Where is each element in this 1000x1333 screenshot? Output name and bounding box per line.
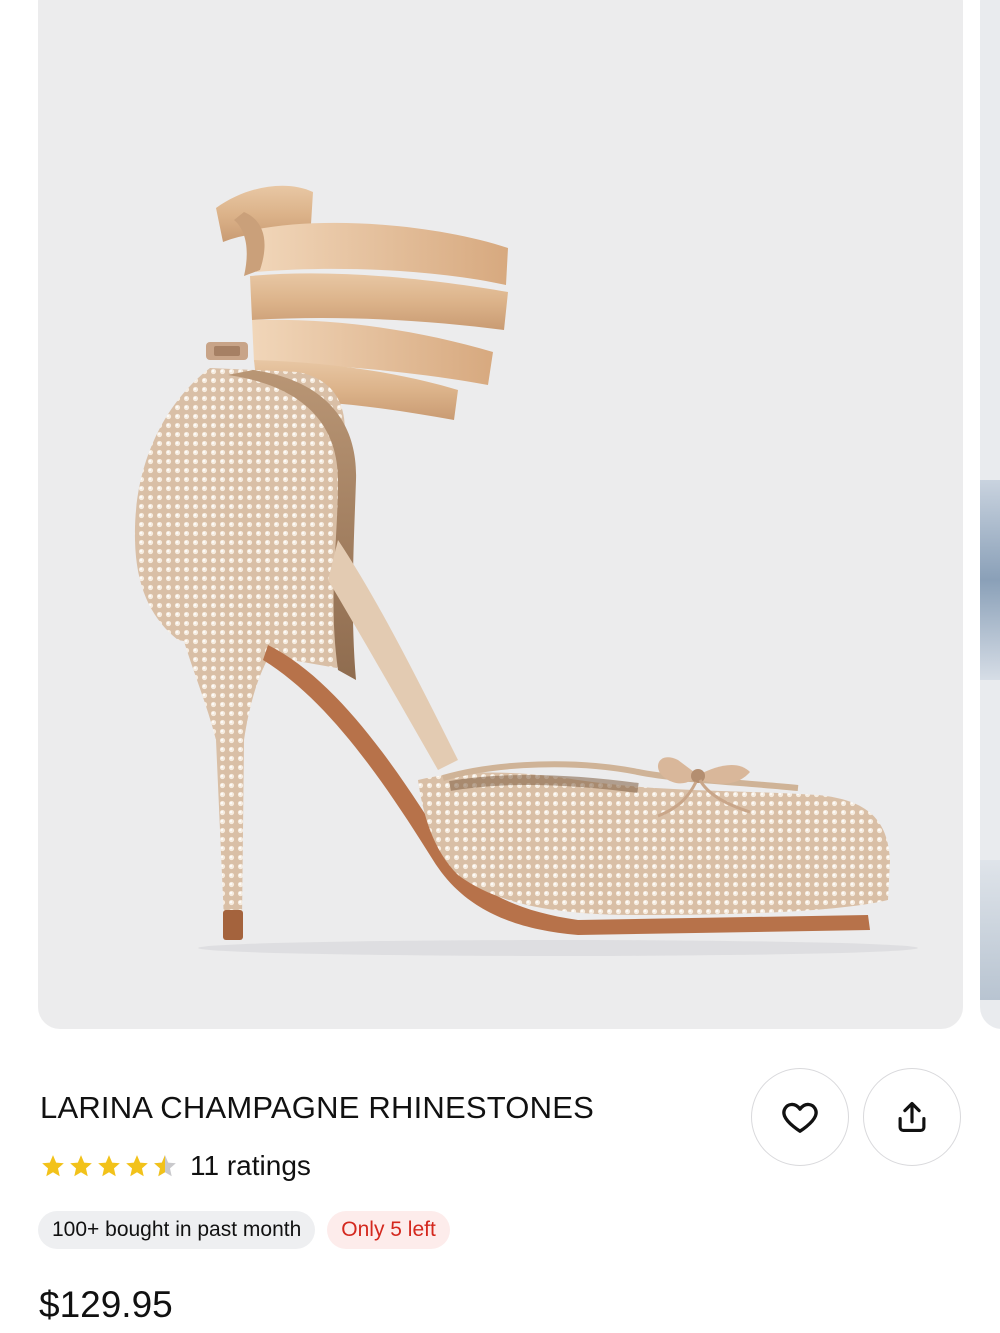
product-title: LARINA CHAMPAGNE RHINESTONES — [40, 1090, 594, 1125]
star-icon — [98, 1155, 120, 1177]
shoe-illustration — [134, 185, 918, 956]
rating-row[interactable]: 11 ratings — [40, 1148, 311, 1184]
product-image[interactable] — [38, 0, 963, 1029]
star-rating — [40, 1153, 178, 1179]
product-detail-page: LARINA CHAMPAGNE RHINESTONES 11 ratings … — [0, 0, 1000, 1333]
share-icon — [898, 1101, 926, 1133]
half-star-icon — [154, 1155, 176, 1177]
image-carousel[interactable] — [0, 0, 1000, 1030]
favorite-button[interactable] — [751, 1068, 849, 1166]
bought-badge: 100+ bought in past month — [38, 1211, 316, 1249]
star-icon — [70, 1155, 92, 1177]
ratings-count[interactable]: 11 ratings — [190, 1150, 311, 1182]
share-button[interactable] — [863, 1068, 961, 1166]
stock-badge: Only 5 left — [327, 1211, 450, 1249]
badge-row: 100+ bought in past month Only 5 left — [38, 1211, 450, 1249]
heart-icon — [782, 1102, 818, 1133]
star-icon — [126, 1155, 148, 1177]
product-price: $129.95 — [39, 1284, 173, 1325]
next-image-preview[interactable] — [980, 0, 1000, 1029]
star-icon — [42, 1155, 64, 1177]
